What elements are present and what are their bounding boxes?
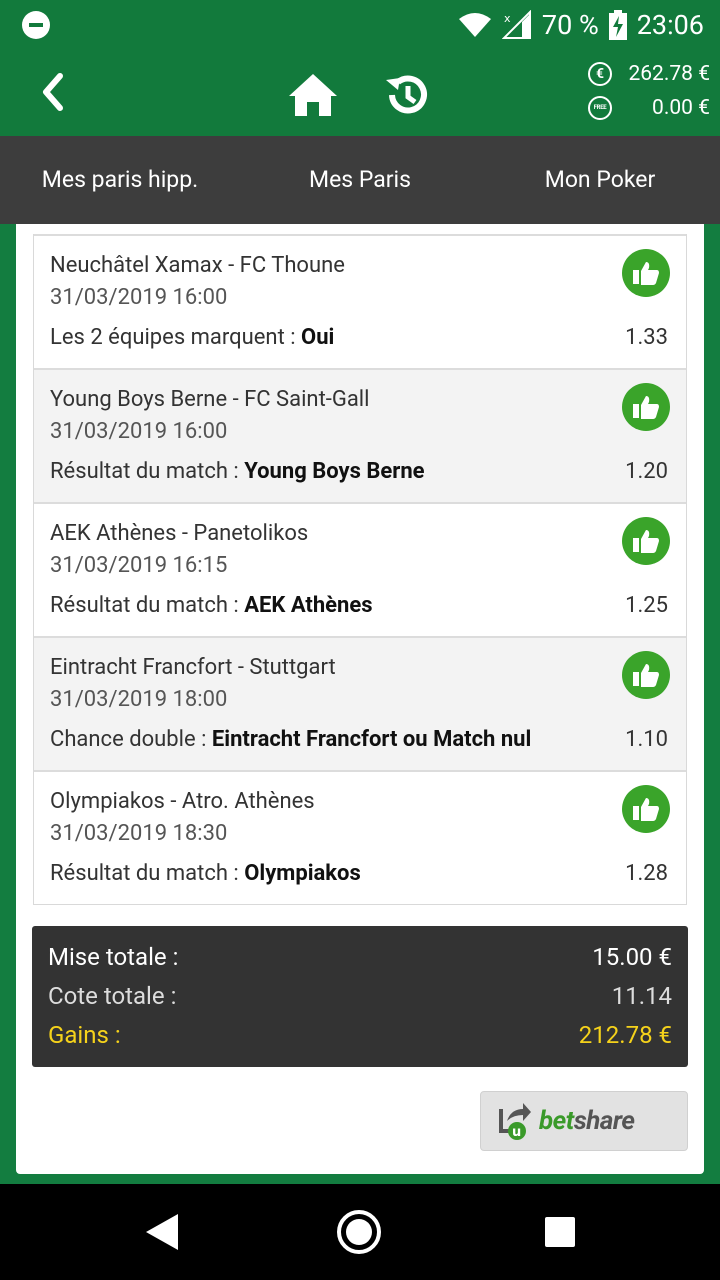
bet-odd: 1.25 bbox=[625, 593, 668, 618]
home-icon[interactable] bbox=[287, 72, 339, 118]
bet-market: Chance double : bbox=[50, 727, 212, 752]
bet-date: 31/03/2019 18:30 bbox=[50, 821, 228, 846]
bet-pick: Olympiakos bbox=[244, 861, 361, 886]
bet-odd: 1.10 bbox=[625, 727, 668, 752]
share-icon: u bbox=[499, 1103, 531, 1140]
bet-date: 31/03/2019 18:00 bbox=[50, 687, 228, 712]
bet-market: Résultat du match : bbox=[50, 861, 245, 886]
bet-selection: Les 2 équipes marquent : Oui bbox=[50, 322, 550, 354]
bet-item: Neuchâtel Xamax - FC Thoune 31/03/2019 1… bbox=[34, 234, 686, 368]
balance-euro: € 262.78 € bbox=[588, 62, 710, 86]
betshare-bet: bet bbox=[539, 1106, 574, 1136]
bet-pick: AEK Athènes bbox=[244, 593, 373, 618]
gains-label: Gains : bbox=[48, 1021, 121, 1049]
bet-selection: Chance double : Eintracht Francfort ou M… bbox=[50, 724, 550, 756]
thumbs-up-icon bbox=[622, 249, 670, 297]
bet-market: Résultat du match : bbox=[50, 459, 245, 484]
thumbs-up-icon bbox=[622, 517, 670, 565]
clock: 23:06 bbox=[636, 9, 704, 41]
bet-match: AEK Athènes - Panetolikos bbox=[50, 521, 309, 546]
bet-selection: Résultat du match : Young Boys Berne bbox=[50, 456, 550, 488]
cote-label: Cote totale : bbox=[48, 982, 177, 1010]
bet-date: 31/03/2019 16:00 bbox=[50, 285, 228, 310]
summary-row-mise: Mise totale : 15.00 € bbox=[48, 938, 672, 977]
battery-percent: 70 % bbox=[541, 9, 599, 41]
bet-odd: 1.28 bbox=[625, 861, 668, 886]
bet-pick: Oui bbox=[301, 325, 335, 350]
bet-odd: 1.33 bbox=[625, 325, 668, 350]
gains-value: 212.78 € bbox=[578, 1021, 672, 1049]
balance-free: FREE 0.00 € bbox=[588, 96, 710, 120]
bet-selection: Résultat du match : Olympiakos bbox=[50, 858, 550, 890]
bet-summary: Mise totale : 15.00 € Cote totale : 11.1… bbox=[32, 926, 688, 1067]
bet-details-panel: Neuchâtel Xamax - FC Thoune 31/03/2019 1… bbox=[16, 224, 704, 1174]
bet-item: Young Boys Berne - FC Saint-Gall 31/03/2… bbox=[34, 368, 686, 502]
betshare-button[interactable]: u betshare bbox=[480, 1091, 688, 1151]
system-nav-bar bbox=[0, 1184, 720, 1280]
summary-row-cote: Cote totale : 11.14 bbox=[48, 977, 672, 1016]
status-bar: x 70 % 23:06 bbox=[0, 0, 720, 50]
betshare-share: share bbox=[573, 1106, 635, 1136]
thumbs-up-icon bbox=[622, 651, 670, 699]
thumbs-up-icon bbox=[622, 785, 670, 833]
bet-market: Résultat du match : bbox=[50, 593, 245, 618]
svg-text:x: x bbox=[504, 12, 511, 25]
bet-match: Olympiakos - Atro. Athènes bbox=[50, 789, 315, 814]
bet-date: 31/03/2019 16:00 bbox=[50, 419, 228, 444]
svg-text:u: u bbox=[512, 1125, 521, 1140]
nav-back-icon[interactable] bbox=[144, 1212, 180, 1252]
balance-euro-value: 262.78 € bbox=[628, 62, 710, 86]
mise-value: 15.00 € bbox=[592, 943, 672, 971]
bet-item: Olympiakos - Atro. Athènes 31/03/2019 18… bbox=[34, 770, 686, 904]
euro-coin-icon: € bbox=[588, 62, 612, 86]
history-icon[interactable] bbox=[384, 72, 430, 118]
status-icons: x 70 % 23:06 bbox=[458, 6, 704, 44]
bet-pick: Eintracht Francfort ou Match nul bbox=[211, 727, 532, 752]
app-header: € 262.78 € FREE 0.00 € bbox=[0, 50, 720, 136]
battery-charging-icon bbox=[608, 10, 627, 40]
balance-free-value: 0.00 € bbox=[652, 96, 710, 120]
bet-date: 31/03/2019 16:15 bbox=[50, 553, 228, 578]
cote-value: 11.14 bbox=[611, 982, 672, 1010]
bet-pick: Young Boys Berne bbox=[244, 459, 425, 484]
mise-label: Mise totale : bbox=[48, 943, 179, 971]
bet-odd: 1.20 bbox=[625, 459, 668, 484]
bet-item: AEK Athènes - Panetolikos 31/03/2019 16:… bbox=[34, 502, 686, 636]
betshare-label: betshare bbox=[539, 1106, 635, 1136]
wifi-icon bbox=[458, 13, 491, 37]
tab-mes-paris[interactable]: Mes Paris bbox=[240, 136, 480, 224]
tab-mon-poker[interactable]: Mon Poker bbox=[480, 136, 720, 224]
nav-recents-icon[interactable] bbox=[545, 1217, 575, 1247]
bet-selection: Résultat du match : AEK Athènes bbox=[50, 590, 550, 622]
thumbs-up-icon bbox=[622, 383, 670, 431]
summary-row-gains: Gains : 212.78 € bbox=[48, 1016, 672, 1055]
bet-match: Neuchâtel Xamax - FC Thoune bbox=[50, 253, 345, 278]
bet-item: Eintracht Francfort - Stuttgart 31/03/20… bbox=[34, 636, 686, 770]
signal-icon: x bbox=[501, 10, 531, 39]
do-not-disturb-icon bbox=[22, 11, 50, 39]
back-arrow-icon[interactable] bbox=[30, 68, 78, 116]
tab-bar: Mes paris hipp. Mes Paris Mon Poker bbox=[0, 136, 720, 224]
bet-market: Les 2 équipes marquent : bbox=[50, 325, 302, 350]
nav-home-icon[interactable] bbox=[337, 1210, 381, 1254]
bet-match: Young Boys Berne - FC Saint-Gall bbox=[50, 387, 370, 412]
bet-match: Eintracht Francfort - Stuttgart bbox=[50, 655, 336, 680]
bet-list: Neuchâtel Xamax - FC Thoune 31/03/2019 1… bbox=[33, 234, 687, 905]
free-coin-icon: FREE bbox=[588, 96, 612, 120]
tab-mes-paris-hipp[interactable]: Mes paris hipp. bbox=[0, 136, 240, 224]
